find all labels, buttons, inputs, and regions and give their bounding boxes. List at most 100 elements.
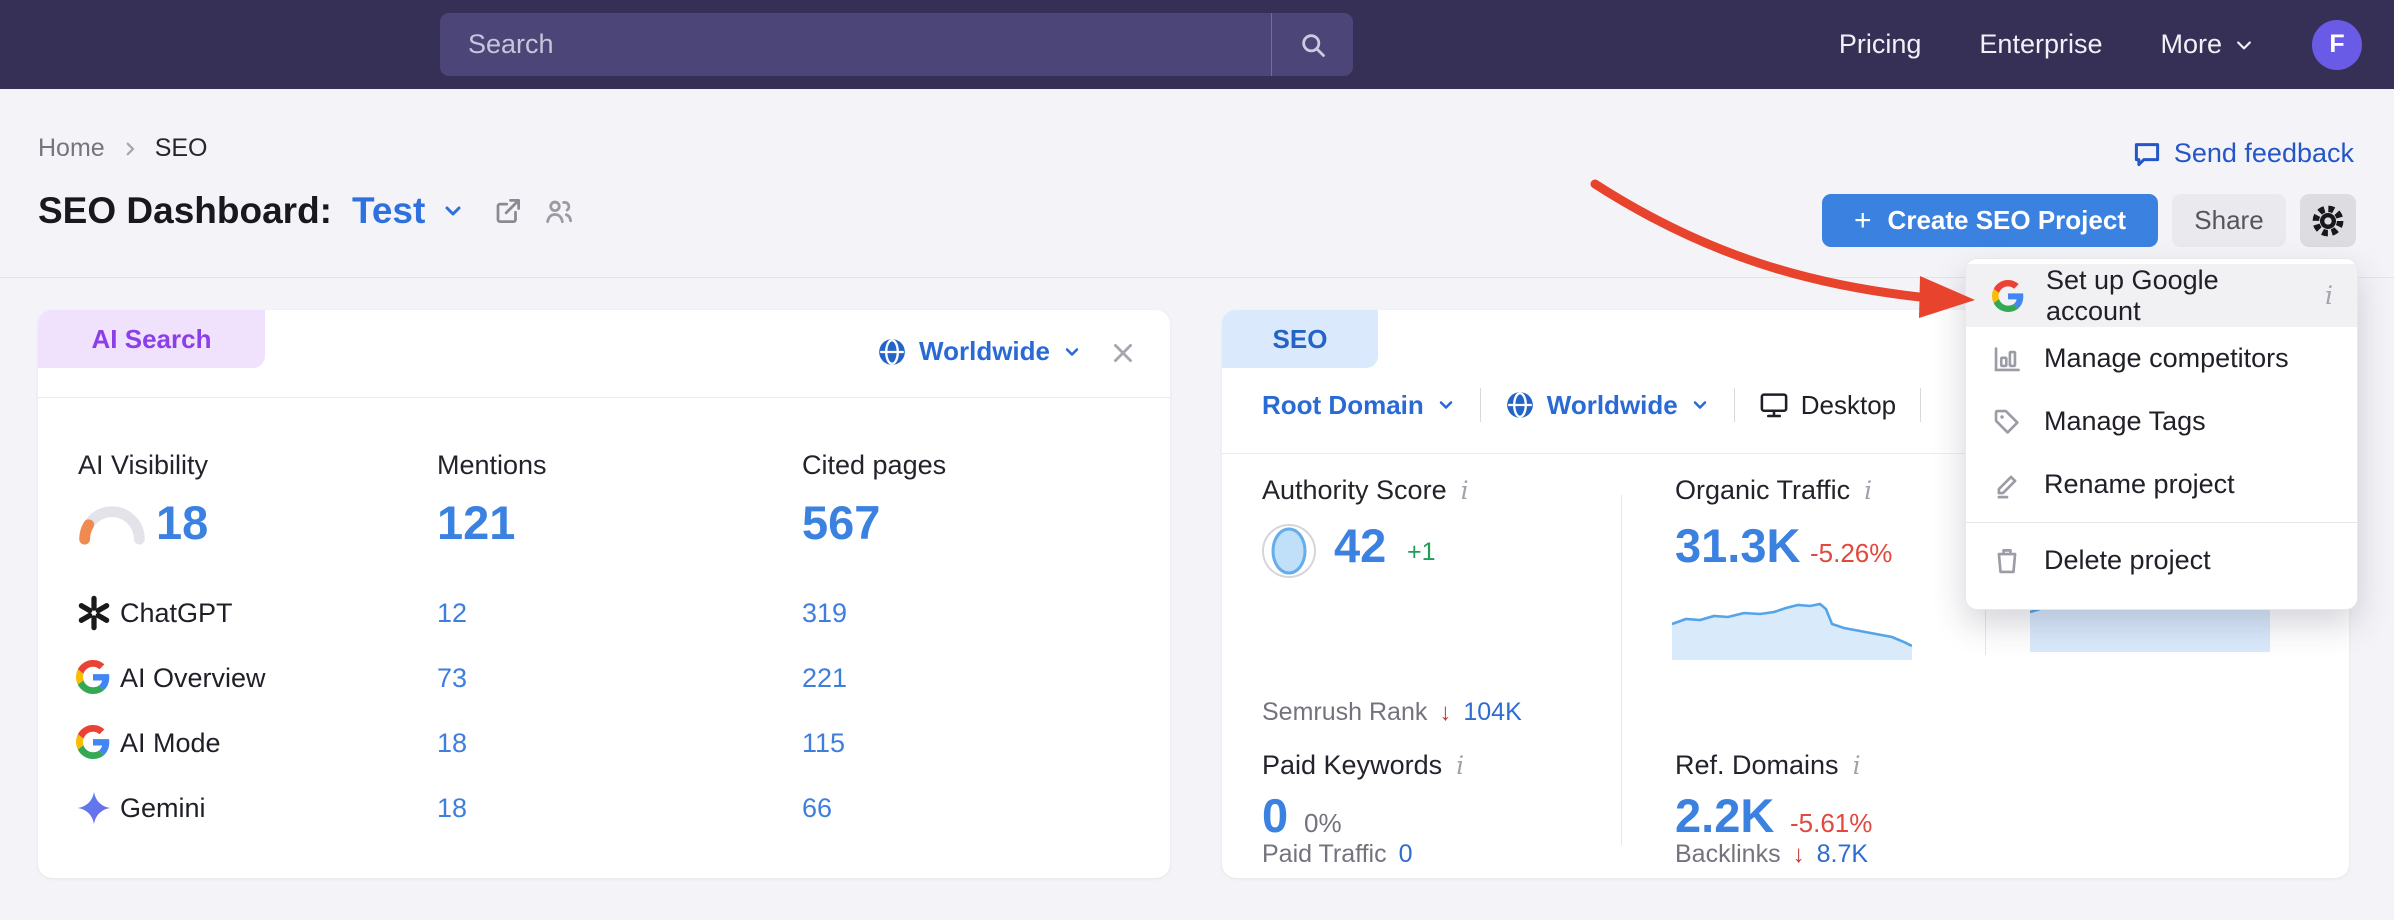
search-button[interactable] bbox=[1271, 13, 1353, 76]
row-name: AI Mode bbox=[120, 728, 221, 759]
ai-row-ai-mode: AI Mode 18 115 bbox=[38, 723, 1170, 767]
google-logo-icon bbox=[76, 725, 110, 759]
row-cited-link[interactable]: 221 bbox=[802, 663, 847, 694]
external-link-icon[interactable] bbox=[493, 196, 523, 226]
ai-visibility-value: 18 bbox=[156, 495, 208, 550]
info-icon[interactable]: i bbox=[1864, 476, 1872, 505]
seo-region-dropdown[interactable]: Worldwide bbox=[1505, 390, 1710, 421]
google-logo-icon bbox=[1992, 280, 2024, 312]
chevron-down-icon bbox=[1690, 395, 1710, 415]
row-name: Gemini bbox=[120, 793, 206, 824]
user-avatar[interactable]: F bbox=[2312, 20, 2362, 70]
info-icon[interactable]: i bbox=[1853, 751, 1861, 780]
project-chevron-down-icon[interactable] bbox=[441, 199, 465, 223]
info-icon[interactable]: i bbox=[2325, 281, 2333, 310]
chevron-right-icon bbox=[121, 140, 139, 158]
backlinks-value[interactable]: 8.7K bbox=[1817, 840, 1868, 869]
chevron-down-icon bbox=[2234, 35, 2254, 55]
google-logo-icon bbox=[76, 660, 110, 694]
cited-pages-value[interactable]: 567 bbox=[802, 495, 880, 550]
title-bar: SEO Dashboard: Test bbox=[38, 190, 575, 232]
paid-keywords-label: Paid Keywords i bbox=[1262, 750, 1464, 781]
device-selector[interactable]: Desktop bbox=[1759, 390, 1896, 421]
organic-traffic-delta: -5.26% bbox=[1810, 538, 1892, 569]
col-mentions: Mentions bbox=[437, 450, 547, 481]
gear-icon bbox=[2311, 204, 2345, 238]
desktop-icon bbox=[1759, 390, 1789, 420]
paid-keywords-delta: 0% bbox=[1304, 808, 1342, 839]
ai-region-dropdown[interactable]: Worldwide bbox=[877, 336, 1082, 367]
tag-icon bbox=[1992, 407, 2022, 437]
backlinks: Backlinks ↓ 8.7K bbox=[1675, 840, 1868, 869]
filter-divider bbox=[1920, 388, 1921, 422]
row-cited-link[interactable]: 319 bbox=[802, 598, 847, 629]
share-users-icon[interactable] bbox=[543, 195, 575, 227]
plus-icon: + bbox=[1854, 204, 1872, 238]
breadcrumb-home[interactable]: Home bbox=[38, 134, 105, 163]
info-icon[interactable]: i bbox=[1461, 476, 1469, 505]
menu-item-manage-competitors[interactable]: Manage competitors bbox=[1966, 327, 2357, 390]
page-title: SEO Dashboard: bbox=[38, 190, 332, 232]
close-widget-icon[interactable] bbox=[1110, 340, 1136, 366]
paid-traffic-value[interactable]: 0 bbox=[1399, 840, 1413, 869]
down-arrow-icon: ↓ bbox=[1793, 841, 1805, 869]
top-navbar: Pricing Enterprise More F bbox=[0, 0, 2394, 89]
ref-domains-label: Ref. Domains i bbox=[1675, 750, 1861, 781]
bar-chart-icon bbox=[1992, 344, 2022, 374]
ai-visibility-gauge bbox=[76, 502, 148, 546]
nav-pricing[interactable]: Pricing bbox=[1839, 29, 1922, 60]
menu-item-rename-project[interactable]: Rename project bbox=[1966, 453, 2357, 516]
send-feedback-link[interactable]: Send feedback bbox=[2132, 138, 2354, 169]
chevron-down-icon bbox=[1062, 342, 1082, 362]
organic-traffic-value[interactable]: 31.3K bbox=[1675, 518, 1800, 573]
row-mentions-link[interactable]: 18 bbox=[437, 728, 467, 759]
semrush-rank: Semrush Rank ↓ 104K bbox=[1262, 698, 1522, 727]
tab-seo[interactable]: SEO bbox=[1222, 310, 1378, 368]
authority-score-value: 42 bbox=[1334, 518, 1386, 573]
nav-more[interactable]: More bbox=[2160, 29, 2254, 60]
col-ai-visibility: AI Visibility bbox=[78, 450, 208, 481]
chevron-down-icon bbox=[1436, 395, 1456, 415]
ai-search-card: AI Search Worldwide AI Visibility Mentio… bbox=[38, 310, 1170, 878]
authority-score-delta: +1 bbox=[1407, 538, 1436, 567]
row-cited-link[interactable]: 115 bbox=[802, 728, 845, 759]
ref-domains-value[interactable]: 2.2K bbox=[1675, 788, 1774, 843]
search-input[interactable] bbox=[440, 29, 1271, 60]
down-arrow-icon: ↓ bbox=[1439, 699, 1451, 727]
authority-score-gauge bbox=[1260, 522, 1318, 580]
row-mentions-link[interactable]: 18 bbox=[437, 793, 467, 824]
breadcrumb: Home SEO bbox=[38, 134, 207, 163]
col-cited-pages: Cited pages bbox=[802, 450, 946, 481]
row-name: ChatGPT bbox=[120, 598, 233, 629]
create-seo-project-button[interactable]: + Create SEO Project bbox=[1822, 194, 2158, 247]
global-search bbox=[440, 13, 1353, 76]
ai-row-chatgpt: ChatGPT 12 319 bbox=[38, 593, 1170, 637]
menu-item-delete-project[interactable]: Delete project bbox=[1966, 529, 2357, 592]
organic-traffic-label: Organic Traffic i bbox=[1675, 475, 1872, 506]
row-mentions-link[interactable]: 12 bbox=[437, 598, 467, 629]
filter-divider bbox=[1480, 388, 1481, 422]
gemini-logo-icon bbox=[76, 790, 112, 826]
row-mentions-link[interactable]: 73 bbox=[437, 663, 467, 694]
project-settings-gear-button[interactable] bbox=[2300, 194, 2356, 247]
info-icon[interactable]: i bbox=[1456, 751, 1464, 780]
navbar-links: Pricing Enterprise More F bbox=[1839, 0, 2362, 89]
seo-dashboard-page: Pricing Enterprise More F Home SEO SEO D… bbox=[0, 0, 2394, 920]
column-divider bbox=[1621, 495, 1622, 845]
semrush-rank-value[interactable]: 104K bbox=[1463, 698, 1521, 727]
project-selector[interactable]: Test bbox=[352, 190, 425, 232]
row-name: AI Overview bbox=[120, 663, 266, 694]
breadcrumb-current: SEO bbox=[155, 134, 208, 163]
row-cited-link[interactable]: 66 bbox=[802, 793, 832, 824]
project-settings-menu: Set up Google account i Manage competito… bbox=[1965, 258, 2358, 610]
share-button[interactable]: Share bbox=[2172, 194, 2286, 247]
mentions-value[interactable]: 121 bbox=[437, 495, 515, 550]
scope-dropdown[interactable]: Root Domain bbox=[1262, 390, 1456, 421]
nav-enterprise[interactable]: Enterprise bbox=[1979, 29, 2102, 60]
menu-item-manage-tags[interactable]: Manage Tags bbox=[1966, 390, 2357, 453]
menu-item-setup-google-account[interactable]: Set up Google account i bbox=[1966, 264, 2357, 327]
tab-ai-search[interactable]: AI Search bbox=[38, 310, 265, 368]
globe-icon bbox=[1505, 390, 1535, 420]
ai-row-ai-overview: AI Overview 73 221 bbox=[38, 658, 1170, 702]
authority-score-label: Authority Score i bbox=[1262, 475, 1469, 506]
